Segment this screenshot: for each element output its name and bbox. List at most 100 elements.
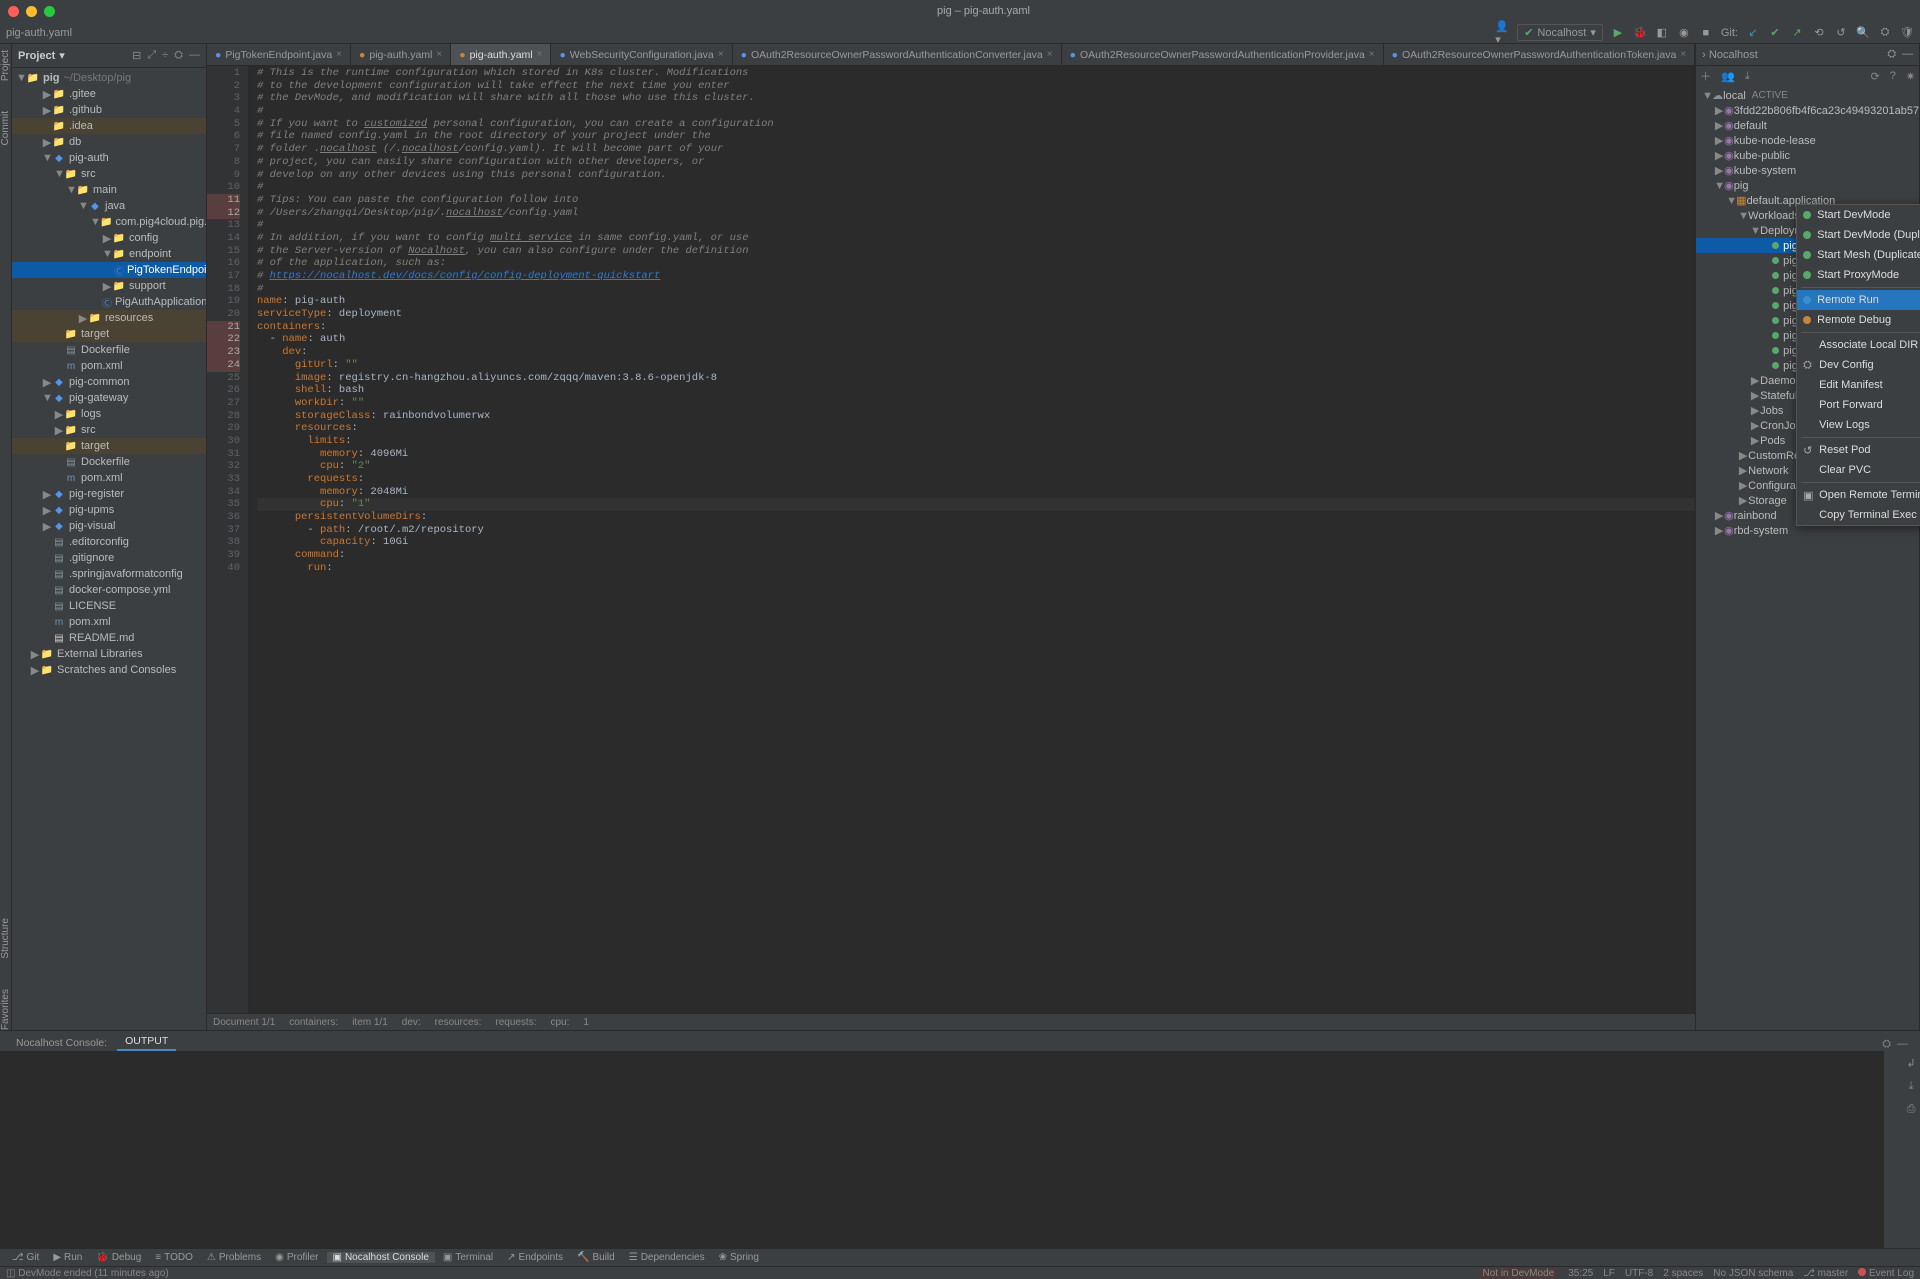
console-gear-icon[interactable]: ⛭ bbox=[1882, 1038, 1891, 1051]
nocalhost-tree-item[interactable]: ▶◉ 3fdd22b806fb4f6ca23c49493201ab57 bbox=[1696, 103, 1919, 118]
project-tree-item[interactable]: ▶📁logs bbox=[12, 406, 206, 422]
context-menu-item[interactable]: Clear PVC bbox=[1797, 460, 1920, 480]
project-tree-item[interactable]: ▶📁config bbox=[12, 230, 206, 246]
status-widget[interactable]: ⎇ master bbox=[1803, 1268, 1848, 1279]
nocalhost-tree-item[interactable]: ▶◉ kube-system bbox=[1696, 163, 1919, 178]
coverage-icon[interactable]: ◧ bbox=[1655, 26, 1669, 40]
project-tree-item[interactable]: ▶◆pig-upms bbox=[12, 502, 206, 518]
project-tree-item[interactable]: ▶◆pig-register bbox=[12, 486, 206, 502]
breadcrumb-segment[interactable]: cpu: bbox=[551, 1017, 570, 1028]
bottom-tab[interactable]: ⚠Problems bbox=[201, 1252, 267, 1263]
hide-icon[interactable]: — bbox=[189, 49, 200, 62]
project-tree-item[interactable]: ▶📁.gitee bbox=[12, 86, 206, 102]
project-tree-item[interactable]: mpom.xml bbox=[12, 470, 206, 486]
nocalhost-tree-item[interactable]: ▶◉ kube-node-lease bbox=[1696, 133, 1919, 148]
nh-help-icon[interactable]: ? bbox=[1890, 70, 1896, 82]
project-tree-item[interactable]: mpom.xml bbox=[12, 358, 206, 374]
bottom-tab[interactable]: ▣Terminal bbox=[437, 1252, 499, 1263]
project-tree-item[interactable]: ▤Dockerfile bbox=[12, 454, 206, 470]
project-tree-item[interactable]: ▤.springjavaformatconfig bbox=[12, 566, 206, 582]
bottom-tab[interactable]: ↗Endpoints bbox=[501, 1252, 569, 1263]
project-tree-item[interactable]: ▶📁Scratches and Consoles bbox=[12, 662, 206, 678]
project-tree-item[interactable]: ▤Dockerfile bbox=[12, 342, 206, 358]
console-softwrap-icon[interactable]: ↲ bbox=[1906, 1057, 1915, 1070]
context-menu-item[interactable]: View Logs bbox=[1797, 415, 1920, 435]
editor-tab[interactable]: ●pig-auth.yaml× bbox=[451, 44, 551, 65]
bottom-tab[interactable]: ▣Nocalhost Console bbox=[327, 1252, 435, 1263]
minimize-button[interactable] bbox=[26, 6, 37, 17]
project-tree-item[interactable]: ⒸPigAuthApplication bbox=[12, 294, 206, 310]
nh-refresh-icon[interactable]: ⟳ bbox=[1871, 70, 1880, 83]
console-output-area[interactable] bbox=[0, 1051, 1902, 1248]
context-menu-item[interactable]: Remote Run bbox=[1797, 290, 1920, 310]
project-tree-item[interactable]: 📁target bbox=[12, 438, 206, 454]
project-tree-item[interactable]: 📁target bbox=[12, 326, 206, 342]
context-menu-item[interactable]: ⛭Dev Config bbox=[1797, 355, 1920, 375]
editor-tab[interactable]: ●WebSecurityConfiguration.java× bbox=[551, 44, 732, 65]
status-widget[interactable]: Not in DevMode bbox=[1479, 1268, 1559, 1279]
project-tree-item[interactable]: ▶📁.github bbox=[12, 102, 206, 118]
editor-tab[interactable]: ●PigTokenEndpoint.java× bbox=[207, 44, 351, 65]
tree-root[interactable]: ▼📁pig ~/Desktop/pig bbox=[12, 70, 206, 86]
run-config-selector[interactable]: ✔Nocalhost ▾ bbox=[1517, 24, 1603, 41]
rp-hide-icon[interactable]: — bbox=[1902, 48, 1913, 61]
breadcrumb-file[interactable]: pig-auth.yaml bbox=[6, 27, 72, 39]
editor-tab[interactable]: ●OAuth2ResourceOwnerPasswordAuthenticati… bbox=[1062, 44, 1384, 65]
project-tree-item[interactable]: ▶📁resources bbox=[12, 310, 206, 326]
project-tree-item[interactable]: ▶📁support bbox=[12, 278, 206, 294]
breadcrumb-segment[interactable]: dev: bbox=[402, 1017, 421, 1028]
zoom-button[interactable] bbox=[44, 6, 55, 17]
breadcrumb-segment[interactable]: requests: bbox=[495, 1017, 536, 1028]
nocalhost-crumb[interactable]: Nocalhost bbox=[1709, 49, 1758, 61]
status-widget[interactable]: LF bbox=[1603, 1268, 1615, 1279]
project-tree-item[interactable]: ▤docker-compose.yml bbox=[12, 582, 206, 598]
run-icon[interactable]: ▶ bbox=[1611, 26, 1625, 40]
context-menu-item[interactable]: Copy Terminal Exec Command bbox=[1797, 505, 1920, 525]
status-widget[interactable]: 35:25 bbox=[1568, 1268, 1593, 1279]
profile-icon[interactable]: ◉ bbox=[1677, 26, 1691, 40]
user-icon[interactable]: 👤▾ bbox=[1495, 26, 1509, 40]
collapse-icon[interactable]: ÷ bbox=[162, 49, 168, 62]
context-menu-item[interactable]: Remote Debug bbox=[1797, 310, 1920, 330]
project-tree-item[interactable]: ▤.editorconfig bbox=[12, 534, 206, 550]
breadcrumb-segment[interactable]: item 1/1 bbox=[352, 1017, 388, 1028]
project-tree-item[interactable]: ▶◆pig-visual bbox=[12, 518, 206, 534]
project-tree-item[interactable]: ⒸPigTokenEndpoint bbox=[12, 262, 206, 278]
breadcrumb-segment[interactable]: resources: bbox=[435, 1017, 482, 1028]
project-tree-item[interactable]: mpom.xml bbox=[12, 614, 206, 630]
stop-icon[interactable]: ■ bbox=[1699, 26, 1713, 40]
context-menu-item[interactable]: Edit Manifest bbox=[1797, 375, 1920, 395]
debug-icon[interactable]: 🐞 bbox=[1633, 26, 1647, 40]
tool-tab-commit[interactable]: Commit bbox=[0, 111, 11, 145]
autoscroll-icon[interactable]: ⊟ bbox=[132, 49, 141, 62]
project-tree-item[interactable]: ▼📁com.pig4cloud.pig.auth bbox=[12, 214, 206, 230]
search-icon[interactable]: 🔍 bbox=[1856, 26, 1870, 40]
context-menu-item[interactable]: Start DevMode bbox=[1797, 205, 1920, 225]
history-icon[interactable]: ⟲ bbox=[1812, 26, 1826, 40]
nocalhost-tree-item[interactable]: ▼◉ pig bbox=[1696, 178, 1919, 193]
breadcrumb-segment[interactable]: containers: bbox=[289, 1017, 338, 1028]
project-tree-item[interactable]: ▶📁db bbox=[12, 134, 206, 150]
nh-settings-icon[interactable]: ✷ bbox=[1906, 70, 1915, 83]
tool-tab-project[interactable]: Project bbox=[0, 50, 11, 81]
project-tree-item[interactable]: ▼◆pig-gateway bbox=[12, 390, 206, 406]
editor-tab[interactable]: ●OAuth2ResourceOwnerPasswordAuthenticati… bbox=[1384, 44, 1696, 65]
ide-icon[interactable]: 🛡 bbox=[1900, 26, 1914, 40]
gear-icon[interactable]: ⛭ bbox=[174, 49, 183, 62]
bottom-tab[interactable]: ❀Spring bbox=[713, 1252, 765, 1263]
bottom-tab[interactable]: ◉Profiler bbox=[269, 1252, 324, 1263]
project-tree-item[interactable]: ▼◆pig-auth bbox=[12, 150, 206, 166]
nh-download-icon[interactable]: ⤓ bbox=[1745, 70, 1750, 83]
context-menu-item[interactable]: Start ProxyMode bbox=[1797, 265, 1920, 285]
project-tree-item[interactable]: ▤LICENSE bbox=[12, 598, 206, 614]
code-editor[interactable]: # This is the runtime configuration whic… bbox=[249, 66, 1695, 1013]
project-tree-item[interactable]: ▶◆pig-common bbox=[12, 374, 206, 390]
breadcrumb-segment[interactable]: Document 1/1 bbox=[213, 1017, 275, 1028]
breadcrumb-segment[interactable]: 1 bbox=[583, 1017, 589, 1028]
project-tree-item[interactable]: ▼📁main bbox=[12, 182, 206, 198]
git-push-icon[interactable]: ↗ bbox=[1790, 26, 1804, 40]
context-menu-item[interactable]: Port Forward bbox=[1797, 395, 1920, 415]
nocalhost-tree-item[interactable]: ▶◉ kube-public bbox=[1696, 148, 1919, 163]
event-log[interactable]: Event Log bbox=[1858, 1268, 1914, 1279]
console-tab-title[interactable]: Nocalhost Console: bbox=[8, 1035, 115, 1051]
